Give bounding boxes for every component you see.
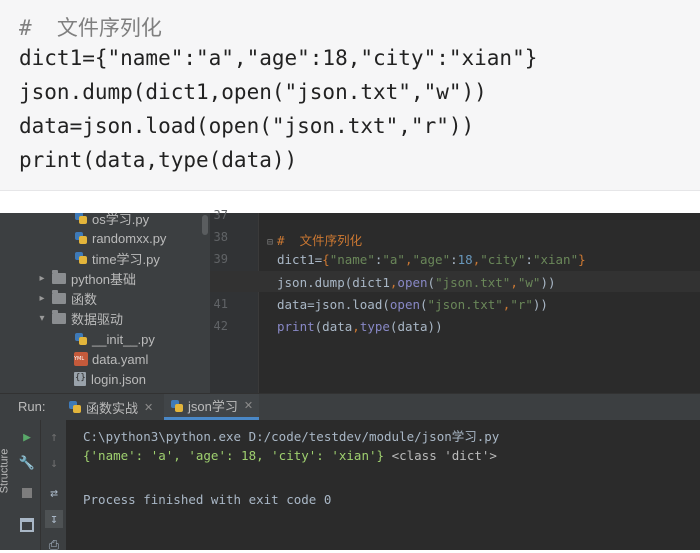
run-toolbar-right: ↑ ↓ ⇄ ↧ ⎙ [40,420,67,553]
chevron-right-icon[interactable]: ▸ [36,293,48,304]
python-file-icon [74,213,88,225]
tree-item-data-yaml[interactable]: data.yaml [74,349,148,369]
code-snippet: # 文件序列化 dict1={"name":"a","age":18,"city… [0,0,700,191]
snippet-line-print: print(data,type(data)) [19,148,298,172]
fold-marker-icon[interactable]: ⊟ [267,237,273,248]
run-console[interactable]: C:\python3\python.exe D:/code/testdev/mo… [66,420,700,550]
soft-wrap-icon[interactable]: ⇄ [47,486,61,501]
tree-item-randomxx-py[interactable]: randomxx.py [74,228,166,248]
code-line-40[interactable]: json.dump(dict1,open("json.txt","w")) [277,275,556,290]
close-icon[interactable]: ✕ [244,399,253,412]
python-file-icon [68,400,82,414]
tree-item-time-py[interactable]: time学习.py [74,248,160,268]
tree-item-login-json[interactable]: login.json [74,369,146,389]
json-file-icon [74,372,86,386]
tree-item-label: python基础 [71,271,137,287]
tree-folder-data-driven[interactable]: ▾ 数据驱动 [36,308,123,328]
line-number: 41 [213,297,228,311]
chevron-right-icon[interactable]: ▸ [36,273,48,284]
stop-icon[interactable] [20,486,34,500]
line-number: 38 [213,230,228,244]
python-file-icon [74,231,88,245]
snippet-line-dump: json.dump(dict1,open("json.txt","w")) [19,80,487,104]
console-exit-message: Process finished with exit code 0 [83,492,332,507]
run-tab-json[interactable]: json学习 ✕ [164,394,260,420]
run-icon[interactable]: ▶ [20,430,34,445]
tree-item-label: __init__.py [92,331,155,347]
folder-icon [52,269,66,284]
console-command: C:\python3\python.exe D:/code/testdev/mo… [83,429,500,444]
structure-label: Structure [0,448,11,494]
snippet-line-load: data=json.load(open("json.txt","r")) [19,114,475,138]
arrow-down-icon[interactable]: ↓ [47,456,61,471]
ide-window: os学习.py randomxx.py time学习.py ▸ python基础… [0,208,700,553]
line-number: 42 [213,319,228,333]
code-line-42[interactable]: print(data,type(data)) [277,319,443,334]
run-toolbar: Run: 函数实战 ✕ json学习 ✕ [0,393,700,420]
close-icon[interactable]: ✕ [144,401,153,414]
code-line-38[interactable]: # 文件序列化 [277,230,362,249]
scroll-to-end-icon[interactable]: ↧ [45,510,63,528]
code-line-39[interactable]: dict1={"name":"a","age":18,"city":"xian"… [277,252,586,267]
tree-folder-functions[interactable]: ▸ 函数 [36,288,97,308]
run-tab-label: json学习 [188,399,238,414]
tree-item-label: 数据驱动 [71,311,124,327]
run-toolbar-left: ▶ 🔧 [14,420,40,550]
wrench-icon[interactable]: 🔧 [19,456,35,471]
tree-item-init-py[interactable]: __init__.py [74,329,155,349]
tree-item-label: os学习.py [92,213,150,227]
python-file-icon [170,399,184,413]
chevron-down-icon[interactable]: ▾ [36,313,48,324]
project-tree: os学习.py randomxx.py time学习.py ▸ python基础… [0,213,210,393]
console-output: {'name': 'a', 'age': 18, 'city': 'xian'}… [83,448,497,463]
tree-item-label: data.yaml [92,351,149,367]
line-number: 37 [213,208,228,222]
tree-item-label: 函数 [71,291,98,307]
run-tab-label: 函数实战 [86,400,139,416]
snippet-line-dict: dict1={"name":"a","age":18,"city":"xian"… [19,46,538,70]
folder-icon [52,289,66,304]
tree-item-label: login.json [91,371,146,387]
run-tab-functions[interactable]: 函数实战 ✕ [62,394,159,420]
code-line-41[interactable]: data=json.load(open("json.txt","r")) [277,297,548,312]
folder-open-icon [52,309,66,324]
console-output-value: {'name': 'a', 'age': 18, 'city': 'xian'} [83,448,385,463]
yaml-file-icon [74,352,88,366]
tree-item-os-py[interactable]: os学习.py [74,213,149,228]
code-comment: # 文件序列化 [277,233,363,248]
tree-item-label: time学习.py [92,251,160,267]
line-number: 39 [213,252,228,266]
snippet-line-comment: # 文件序列化 [19,16,162,40]
arrow-up-icon[interactable]: ↑ [47,430,61,445]
python-file-icon [74,251,88,265]
structure-side-tab[interactable]: Structure [0,420,15,550]
run-label: Run: [18,399,46,414]
console-output-type: <class 'dict'> [391,448,497,463]
line-number-gutter: 37 38 39 40 41 42 [210,208,259,393]
layout-icon[interactable] [20,518,34,532]
tree-item-label: randomxx.py [92,230,167,246]
python-file-icon [74,332,88,346]
tree-folder-python-basics[interactable]: ▸ python基础 [36,268,136,288]
